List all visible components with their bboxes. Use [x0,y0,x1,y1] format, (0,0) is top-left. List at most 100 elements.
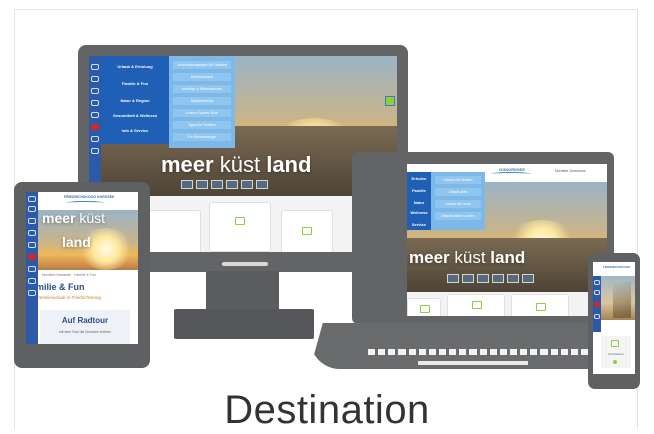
hero-title: meer küst land [161,152,311,178]
laptop-teaser-area [407,292,607,316]
hero-word-meer: meer [161,152,214,177]
hero-word-meer-kuest: meer küst [42,210,105,226]
shopping-bag-icon [420,305,430,313]
list-icon[interactable] [28,278,36,284]
teaser-card[interactable] [511,294,569,316]
submenu-item[interactable]: Für Reiseanfänger [173,133,231,141]
teaser-card[interactable] [447,294,505,316]
side-widget-icon[interactable] [385,96,395,106]
hero-word-meer: meer [42,210,76,226]
laptop-screen: OGNORDSEE Nordsee-Tourismus meer küst la… [407,164,607,316]
radtour-card[interactable]: Auf Radtour mit dem Rad die Nordsee erle… [40,310,130,344]
laptop-trackpad [418,361,528,365]
monitor-submenu: Veranstaltungstipps für Familien Erlebni… [169,56,235,148]
submenu-item[interactable]: Urlaub aktiv [435,188,481,196]
phone-card[interactable]: Auf Radtour [601,336,631,368]
tablet-content: Nordsee-Startseite · Familie & Fun milie… [26,270,138,344]
map-icon[interactable] [28,230,36,236]
bed-icon[interactable] [28,206,36,212]
submenu-item[interactable]: Unsere Spieler Spiel [173,109,231,117]
search-icon[interactable] [594,290,600,295]
phone-icon[interactable] [28,242,36,248]
logo-wave-icon [66,201,104,205]
phone-icon[interactable] [91,112,99,118]
phone-sidebar [593,276,601,332]
bed-icon[interactable] [91,76,99,82]
laptop-menu: Erholen Familie Natur Wellness Service [407,172,431,230]
laptop-submenu: Urlaub mit Kindern Urlaub aktiv Urlaub m… [431,172,485,230]
monitor-chin [222,262,268,266]
site-logo[interactable]: FRIEDRICHSKOOG NORDSEE [64,195,114,199]
breadcrumb[interactable]: Nordsee-Startseite · Familie & Fun [42,273,96,277]
card-text: mit dem Rad die Nordsee erleben [58,330,112,334]
teaser-card[interactable] [281,210,333,252]
menu-item-urlaub[interactable]: Urlaub & Erholung [101,64,169,69]
menu-item[interactable]: Erholen [407,176,431,181]
partner-logo[interactable]: Nordsee-Tourismus [555,169,585,173]
search-icon[interactable] [28,218,36,224]
menu-item[interactable]: Natur [407,200,431,205]
tablet-header: FRIEDRICHSKOOG NORDSEE [26,192,138,210]
calendar-icon[interactable] [91,136,99,142]
shopping-bag-icon [302,227,312,235]
menu-item-info[interactable]: Info & Service [101,128,169,133]
home-icon[interactable] [28,196,36,202]
tablet-screen: FRIEDRICHSKOOG NORDSEE meer küst land No… [26,192,138,344]
tablet-sidebar [26,192,38,344]
card-title: Auf Radtour [61,316,109,325]
submenu-item[interactable]: Radfahrerblick [173,97,231,105]
hero-title: meer küst land [409,248,525,268]
search-icon[interactable] [91,88,99,94]
submenu-item[interactable]: Erlebnisurlaub [173,73,231,81]
monitor-stand-base [174,309,314,339]
menu-item[interactable]: Familie [407,188,431,193]
hero-word-kuest: küst [454,248,486,267]
section-title: milie & Fun [36,282,85,292]
shopping-bag-icon [536,303,546,311]
calendar-icon[interactable] [28,266,36,272]
teaser-card[interactable] [209,202,271,252]
shopping-bag-icon [235,217,245,225]
submenu-item[interactable]: Veranstaltungstipps für Familien [173,61,231,69]
grass-image [613,282,631,318]
monitor-stand-neck [206,271,279,311]
phone-screen: FRIEDRICHSKOOG Auf Radtour [593,262,635,374]
submenu-item[interactable]: Urlaub online buchen [435,212,481,220]
hero-thumbnails[interactable] [447,274,534,283]
teaser-card[interactable] [407,298,441,316]
submenu-item[interactable]: Tipps für Familien [173,121,231,129]
menu-item-gesundheit[interactable]: Gesundheit & Wellness [101,113,169,118]
hero-word-meer: meer [409,248,450,267]
menu-item-familie[interactable]: Familie & Fun [101,81,169,86]
hero-word-kuest: küst [79,210,106,226]
submenu-item[interactable]: Urlaub mit Kindern [435,176,481,184]
highlight-icon[interactable] [91,124,99,130]
submenu-item[interactable]: Ausflüge & Erlebnistouren [173,85,231,93]
laptop-keys [368,349,589,355]
section-subtitle: Familienurlaub in Friedrichskoog [36,295,102,300]
share-icon[interactable] [91,148,99,154]
home-icon[interactable] [91,64,99,70]
phone-header: FRIEDRICHSKOOG [593,262,635,276]
menu-item[interactable]: Service [407,222,431,227]
highlight-icon[interactable] [28,254,36,260]
shopping-bag-icon [472,301,482,309]
hero-word-land: land [62,234,91,250]
submenu-item[interactable]: Urlaub mit Hund [435,200,481,208]
map-icon[interactable] [91,100,99,106]
monitor-mega-menu: Urlaub & Erholung Familie & Fun Natur & … [101,56,169,144]
teaser-card[interactable] [149,210,201,252]
menu-item-natur[interactable]: Natur & Region [101,98,169,103]
hero-thumbnails[interactable] [181,180,268,189]
logo-wave-icon [491,172,531,176]
home-icon[interactable] [594,280,600,285]
card-label: Auf Radtour [607,352,624,356]
highlight-icon[interactable] [594,302,600,307]
green-dot-icon [613,360,617,364]
hero-word-land: land [490,248,526,267]
shopping-bag-icon [611,340,619,347]
site-logo[interactable]: FRIEDRICHSKOOG [603,265,631,269]
menu-item[interactable]: Wellness [407,210,431,215]
share-icon[interactable] [28,290,36,296]
share-icon[interactable] [594,314,600,319]
